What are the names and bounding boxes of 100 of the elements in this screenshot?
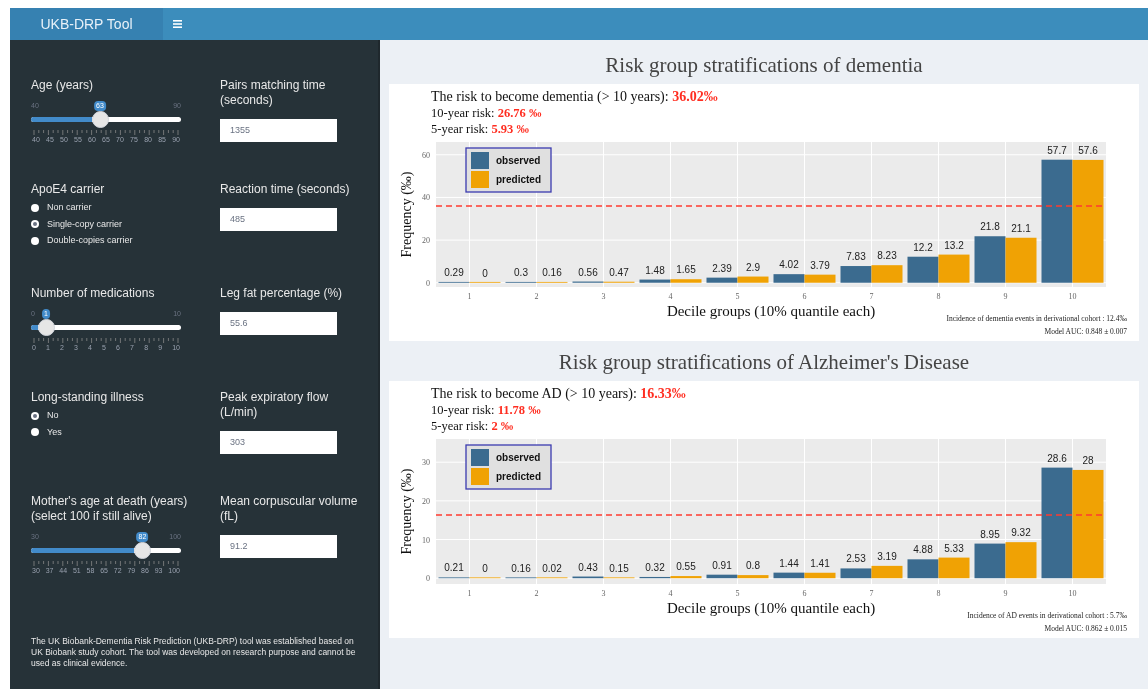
data-label: 21.8 xyxy=(980,221,1000,233)
radio-label: Non carrier xyxy=(47,201,92,214)
axis-tick-label: 7 xyxy=(869,589,874,598)
radio-button[interactable] xyxy=(31,220,39,229)
data-label: 0 xyxy=(482,267,488,279)
radio-button[interactable] xyxy=(31,203,39,212)
panel-title: Risk group stratifications of dementia xyxy=(604,52,924,79)
axis-tick-label: 60 xyxy=(422,150,430,160)
bar xyxy=(840,266,872,283)
risk-value: 36.02‰ xyxy=(672,89,718,104)
bar xyxy=(804,274,836,283)
field-label: Reaction time (seconds) xyxy=(220,182,351,197)
risk-label: The risk to become dementia (> 10 years): xyxy=(431,89,669,104)
data-label: 0.16 xyxy=(542,267,562,279)
number-field[interactable]: 303 xyxy=(220,431,337,454)
data-label: 5.33 xyxy=(944,542,964,554)
risk-label: The risk to become AD (> 10 years): xyxy=(431,386,637,401)
radio-button[interactable] xyxy=(31,428,39,437)
field-label: Mother's age at death (years) (select 100 if still alive) xyxy=(31,494,189,524)
data-label: 0.56 xyxy=(578,266,598,278)
axis-title: Frequency (‰) xyxy=(399,468,414,555)
slider-track[interactable] xyxy=(31,319,181,336)
data-label: 57.7 xyxy=(1047,144,1067,156)
slider-thumb[interactable] xyxy=(134,542,152,559)
radio-label: Double-copies carrier xyxy=(47,234,133,247)
risk-label: 10-year risk: xyxy=(431,106,495,120)
bar xyxy=(907,559,939,579)
radio-button[interactable] xyxy=(31,411,39,420)
axis-title: Decile groups (10% quantile each) xyxy=(666,303,876,319)
radio-label: Single-copy carrier xyxy=(47,217,123,231)
data-label: 0.55 xyxy=(676,561,696,573)
axis-tick-label: 0 xyxy=(426,574,430,584)
field-label: Long-standing illness xyxy=(31,390,145,405)
radio-button[interactable] xyxy=(31,236,39,245)
data-label: 57.6 xyxy=(1078,144,1098,156)
number-field[interactable]: 485 xyxy=(220,208,337,231)
axis-tick-label: 1 xyxy=(467,292,472,301)
axis-title: Decile groups (10% quantile each) xyxy=(666,600,876,616)
number-field[interactable]: 1355 xyxy=(220,119,337,142)
slider-track[interactable] xyxy=(31,542,181,559)
data-label: 9.32 xyxy=(1011,527,1031,539)
axis-tick-label: 10 xyxy=(1068,589,1077,598)
number-field[interactable]: 55.6 xyxy=(220,312,337,335)
menu-icon[interactable] xyxy=(173,20,182,28)
axis-tick-label: 20 xyxy=(422,236,430,246)
axis-tick-label: 10 xyxy=(422,535,430,545)
axis-tick-label: 4 xyxy=(668,589,673,598)
bar xyxy=(840,568,872,579)
risk-label: 5-year risk: xyxy=(431,419,489,433)
legend-label: observed xyxy=(496,155,541,166)
axis-tick-label: 10 xyxy=(1068,292,1077,301)
axis-tick-label: 4 xyxy=(668,292,673,301)
legend-label: observed xyxy=(496,452,541,463)
axis-tick-label: 3 xyxy=(601,589,606,598)
data-label: 21.1 xyxy=(1011,222,1031,234)
axis-tick-label: 1 xyxy=(467,589,472,598)
data-label: 1.65 xyxy=(676,264,696,276)
slider-track[interactable] xyxy=(31,111,181,128)
data-label: 0.29 xyxy=(444,267,464,279)
number-field[interactable]: 91.2 xyxy=(220,535,337,558)
data-label: 0.47 xyxy=(609,266,629,278)
bar xyxy=(871,265,903,283)
data-label: 1.41 xyxy=(810,557,830,569)
risk-value: 11.78 ‰ xyxy=(497,403,541,417)
risk-label: 10-year risk: xyxy=(431,403,495,417)
data-label: 3.19 xyxy=(877,550,897,562)
axis-tick-label: 9 xyxy=(1003,292,1008,301)
axis-tick-label: 3 xyxy=(601,292,606,301)
radio-label: No xyxy=(47,409,59,422)
disclaimer-text: The UK Biobank-Dementia Risk Prediction (UKB-DRP) tool was established based on UK Biobank study cohort. The tool was developed on research purpose and cannot be used as clinical evidence. xyxy=(31,636,357,669)
data-label: 0.43 xyxy=(578,561,598,573)
data-label: 0 xyxy=(482,563,488,575)
risk-value: 16.33‰ xyxy=(640,386,686,401)
axis-tick-label: 2 xyxy=(534,292,539,301)
field-label: ApoE4 carrier xyxy=(31,182,106,197)
data-label: 28 xyxy=(1082,454,1094,466)
data-label: 2.53 xyxy=(846,553,866,565)
data-label: 0.21 xyxy=(444,562,464,574)
data-label: 8.23 xyxy=(877,250,897,262)
data-label: 12.2 xyxy=(913,241,933,253)
data-label: 0.02 xyxy=(542,563,562,575)
legend-label: predicted xyxy=(496,174,542,185)
data-label: 0.3 xyxy=(514,267,528,279)
slider-thumb[interactable] xyxy=(92,111,109,128)
axis-tick-label: 8 xyxy=(936,292,941,301)
risk-value: 2 ‰ xyxy=(491,419,514,433)
data-label: 4.88 xyxy=(913,544,933,556)
radio-label: Yes xyxy=(47,425,62,439)
data-label: 7.83 xyxy=(846,251,866,263)
field-label: Peak expiratory flow (L/min) xyxy=(220,390,330,420)
risk-label: 5-year risk: xyxy=(431,122,489,136)
axis-tick-label: 8 xyxy=(936,589,941,598)
app-title: UKB-DRP Tool xyxy=(10,8,163,40)
data-label: 13.2 xyxy=(944,239,964,251)
axis-tick-label: 2 xyxy=(534,589,539,598)
data-label: 0.91 xyxy=(712,559,732,571)
slider-thumb[interactable] xyxy=(38,319,55,336)
axis-tick-label: 40 xyxy=(422,193,430,203)
bar xyxy=(1005,542,1037,579)
data-label: 0.32 xyxy=(645,561,665,573)
